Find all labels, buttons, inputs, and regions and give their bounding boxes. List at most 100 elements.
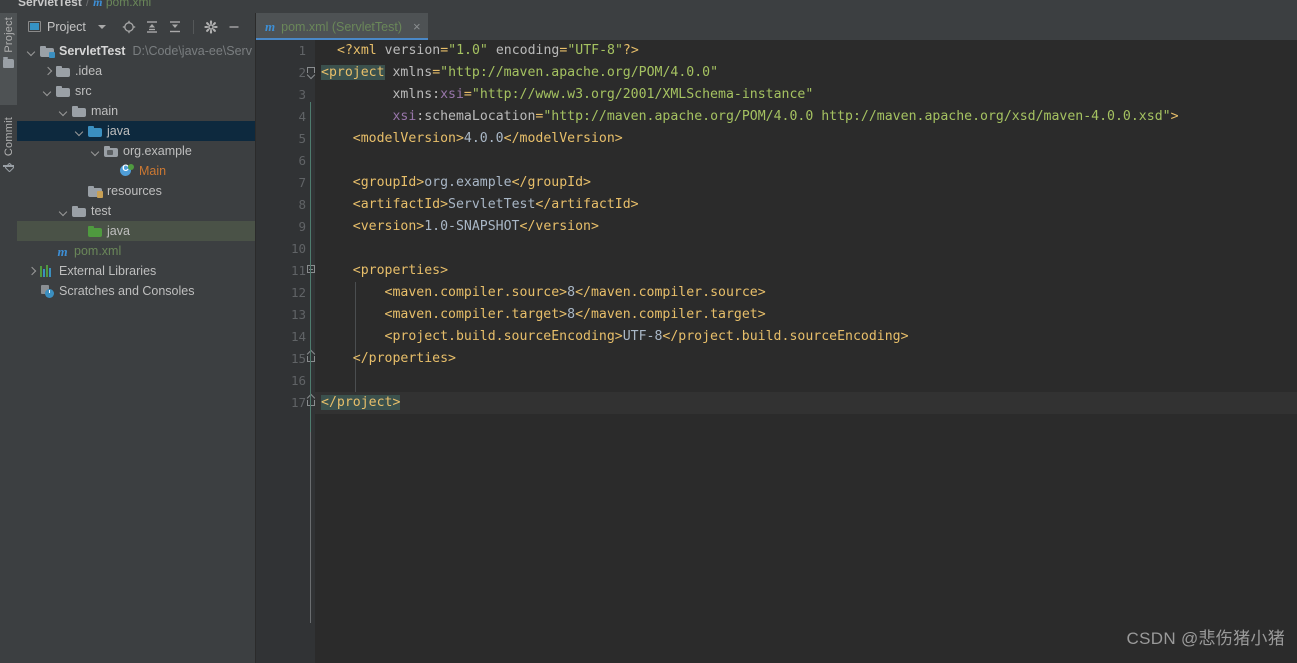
test-source-folder-icon <box>88 225 102 237</box>
tree-node-external-libraries[interactable]: External Libraries <box>17 261 255 281</box>
tree-node-java[interactable]: java <box>17 121 255 141</box>
code-line-13[interactable]: <maven.compiler.target>8</maven.compiler… <box>315 304 1297 326</box>
tree-node-servlettest[interactable]: ServletTest D:\Code\java-ee\Serv <box>17 41 255 61</box>
tree-node-idea[interactable]: .idea <box>17 61 255 81</box>
code-line-4[interactable]: xsi:schemaLocation="http://maven.apache.… <box>315 106 1297 128</box>
tree-node-label: Main <box>139 164 167 178</box>
code-token: 1.0-SNAPSHOT <box>424 219 520 234</box>
code-line-5[interactable]: <modelVersion>4.0.0</modelVersion> <box>315 128 1297 150</box>
tree-node-label: java <box>107 124 130 138</box>
commit-diamond-icon <box>3 162 14 171</box>
tree-arrow-placeholder <box>75 226 86 237</box>
chevron-down-icon[interactable] <box>59 106 70 117</box>
tree-node-label: .idea <box>75 64 103 78</box>
tree-node-main[interactable]: Main <box>17 161 255 181</box>
code-line-3[interactable]: xmlns:xsi="http://www.w3.org/2001/XMLSch… <box>315 84 1297 106</box>
code-token: > <box>1170 109 1179 124</box>
code-line-12[interactable]: <maven.compiler.source>8</maven.compiler… <box>315 282 1297 304</box>
tree-node-label: ServletTest <box>59 44 126 58</box>
source-folder-icon <box>88 125 102 137</box>
code-line-1[interactable]: <?xml version="1.0" encoding="UTF-8"?> <box>315 40 1297 62</box>
chevron-down-icon[interactable] <box>27 46 38 57</box>
project-view-dropdown[interactable] <box>92 16 113 37</box>
code-line-7[interactable]: <groupId>org.example</groupId> <box>315 172 1297 194</box>
close-icon[interactable]: × <box>413 20 421 33</box>
tree-node-label: org.example <box>123 144 192 158</box>
java-class-icon <box>120 163 134 178</box>
tree-node-label: Scratches and Consoles <box>59 284 195 298</box>
code-line-15[interactable]: </properties> <box>315 348 1297 370</box>
maven-file-icon: m <box>265 18 276 34</box>
tree-node-label: pom.xml <box>74 244 122 258</box>
watermark: CSDN @悲伤猪小猪 <box>1126 629 1285 648</box>
project-tool-window: Project ServletTest D:\Code\java-ee\Serv… <box>17 13 256 663</box>
tree-node-scratches-and-consoles[interactable]: Scratches and Consoles <box>17 281 255 301</box>
breadcrumb-file[interactable]: pom.xml <box>106 0 151 9</box>
code-token: org.example <box>424 175 512 190</box>
tree-node-pom-xml[interactable]: m pom.xml <box>17 241 255 261</box>
expand-all-button[interactable] <box>142 16 163 37</box>
code-line-10[interactable] <box>315 238 1297 260</box>
tree-node-test[interactable]: test <box>17 201 255 221</box>
code-token: <artifactId> <box>321 197 449 212</box>
editor-gutter[interactable]: 1 2 3 4 5 6 7 8 9 10 11 12 13 14 15 16 17 <box>256 40 315 663</box>
tool-button-commit-label: Commit <box>2 117 15 157</box>
code-line-16[interactable] <box>315 370 1297 392</box>
folder-icon <box>3 56 14 68</box>
tool-button-commit[interactable]: Commit <box>0 113 17 199</box>
chevron-down-icon[interactable] <box>75 126 86 137</box>
chevron-down-icon[interactable] <box>43 86 54 97</box>
code-editor[interactable]: 1 2 3 4 5 6 7 8 9 10 11 12 13 14 15 16 17 <?xml version=… <box>256 40 1297 663</box>
code-token: </maven.compiler.source> <box>575 285 766 300</box>
locate-file-button[interactable] <box>119 16 140 37</box>
code-line-11[interactable]: <properties> <box>315 260 1297 282</box>
fold-marker-line-2[interactable] <box>306 62 315 84</box>
code-token: <maven.compiler.source> <box>321 285 568 300</box>
project-panel-title[interactable]: Project <box>17 20 86 34</box>
editor-tab-pom-xml[interactable]: m pom.xml (ServletTest) × <box>256 13 428 40</box>
code-token: ?> <box>622 43 639 58</box>
code-line-14[interactable]: <project.build.sourceEncoding>UTF-8</pro… <box>315 326 1297 348</box>
settings-button[interactable] <box>201 16 222 37</box>
code-token: <project <box>321 65 385 80</box>
code-token: "1.0" <box>448 43 488 58</box>
collapse-all-button[interactable] <box>165 16 186 37</box>
tree-node-resources[interactable]: resources <box>17 181 255 201</box>
code-line-6[interactable] <box>315 150 1297 172</box>
project-tree[interactable]: ServletTest D:\Code\java-ee\Serv .idea src m… <box>17 41 255 661</box>
chevron-right-icon[interactable] <box>43 66 54 77</box>
tree-node-java[interactable]: java <box>17 221 255 241</box>
code-token: = <box>440 43 449 58</box>
editor-tab-label: pom.xml (ServletTest) <box>281 19 402 34</box>
tree-node-org-example[interactable]: org.example <box>17 141 255 161</box>
tree-node-label: External Libraries <box>59 264 157 278</box>
tree-arrow-placeholder <box>75 186 86 197</box>
scratches-icon <box>40 284 54 298</box>
resources-folder-icon <box>88 185 103 198</box>
tree-arrow-placeholder <box>43 246 54 257</box>
code-text[interactable]: <?xml version="1.0" encoding="UTF-8"?> <p… <box>315 40 1297 663</box>
code-line-2[interactable]: <project xmlns="http://maven.apache.org/… <box>315 62 1297 84</box>
chevron-down-icon[interactable] <box>91 146 102 157</box>
tree-node-main[interactable]: main <box>17 101 255 121</box>
chevron-down-icon[interactable] <box>59 206 70 217</box>
code-token: </groupId> <box>511 175 591 190</box>
code-line-17[interactable]: </project> <box>315 392 1297 414</box>
code-line-9[interactable]: <version>1.0-SNAPSHOT</version> <box>315 216 1297 238</box>
breadcrumb-project[interactable]: ServletTest <box>18 0 82 9</box>
code-token: = <box>432 65 441 80</box>
hide-panel-button[interactable] <box>224 16 245 37</box>
code-token: </properties> <box>321 351 456 366</box>
tree-node-src[interactable]: src <box>17 81 255 101</box>
module-folder-icon <box>40 45 55 58</box>
tree-arrow-placeholder <box>107 166 118 177</box>
editor-area: m pom.xml (ServletTest) × 1 2 3 4 5 6 7 8 9 10 11 1… <box>256 13 1297 663</box>
code-token: <version> <box>321 219 425 234</box>
code-token: 8 <box>567 307 576 322</box>
code-line-8[interactable]: <artifactId>ServletTest</artifactId> <box>315 194 1297 216</box>
chevron-right-icon[interactable] <box>27 266 38 277</box>
tree-node-label: main <box>91 104 119 118</box>
maven-file-icon: m <box>93 0 103 9</box>
tool-button-project[interactable]: Project <box>0 13 17 105</box>
